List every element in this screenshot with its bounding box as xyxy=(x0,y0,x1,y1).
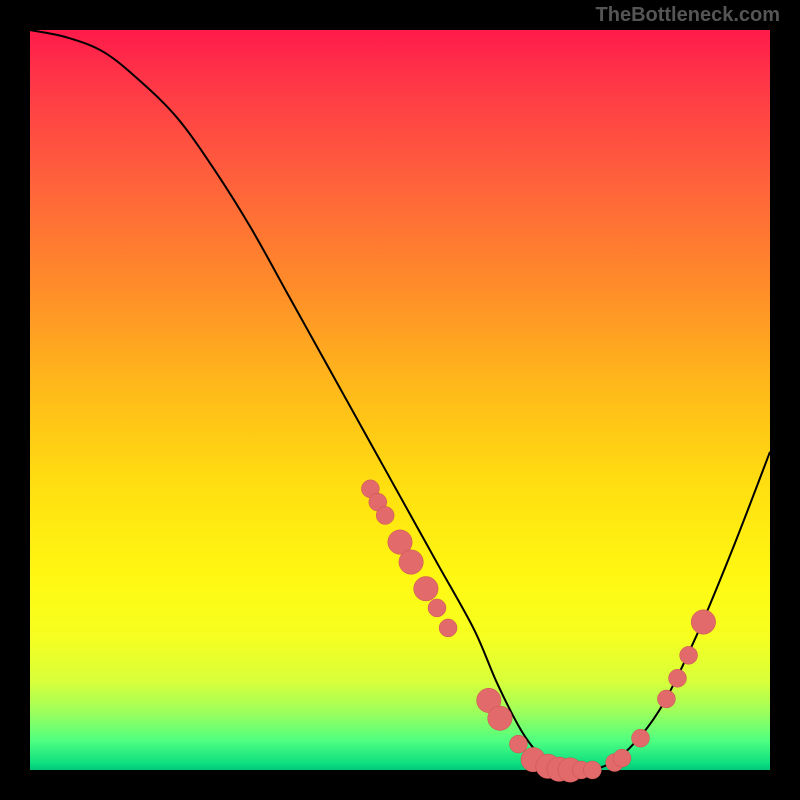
chart-svg xyxy=(30,30,770,770)
data-marker xyxy=(509,735,527,753)
data-marker xyxy=(414,576,438,600)
watermark-text: TheBottleneck.com xyxy=(596,4,780,27)
data-marker xyxy=(613,749,631,767)
data-markers xyxy=(361,480,715,782)
data-marker xyxy=(488,706,512,730)
data-marker xyxy=(376,506,394,524)
chart-area xyxy=(30,30,770,770)
data-marker xyxy=(680,646,698,664)
data-marker xyxy=(691,610,715,634)
data-marker xyxy=(399,550,423,574)
data-marker xyxy=(428,599,446,617)
data-marker xyxy=(439,619,457,637)
data-marker xyxy=(657,690,675,708)
data-marker xyxy=(632,729,650,747)
bottleneck-curve xyxy=(30,30,770,771)
data-marker xyxy=(669,669,687,687)
data-marker xyxy=(583,761,601,779)
